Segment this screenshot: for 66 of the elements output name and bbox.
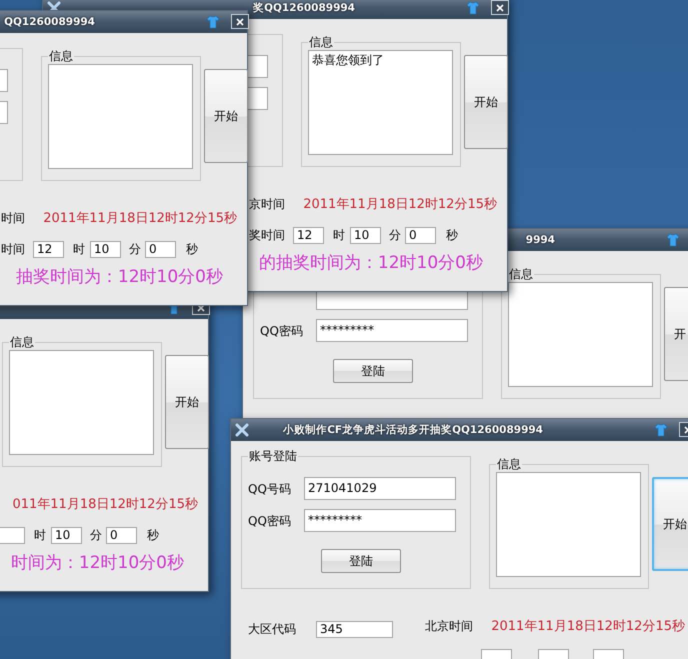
password-field[interactable]: ********* <box>316 319 468 342</box>
close-icon <box>496 4 504 12</box>
start-button[interactable]: 开始 <box>165 355 209 449</box>
close-button[interactable] <box>491 0 509 15</box>
window-title: 小败制作CF龙争虎斗活动多开抽奖QQ1260089994 <box>283 423 543 438</box>
start-button[interactable]: 开 <box>664 287 688 381</box>
field-label: QQ密码 <box>248 513 291 529</box>
login-button[interactable]: 登陆 <box>333 359 413 383</box>
unit-label: 时 <box>333 227 345 243</box>
field-label: QQ号码 <box>248 481 291 497</box>
unit-label: 时 <box>73 241 85 257</box>
clock-time-text: 2011年11月18日12时12分15秒 <box>303 196 497 214</box>
unit-label: 秒 <box>446 227 458 243</box>
group-label: 信息 <box>508 266 534 282</box>
group-label: 信息 <box>9 334 35 350</box>
app-icon <box>235 423 249 437</box>
field-label: 京时间 <box>249 196 285 212</box>
message-box[interactable]: 恭喜您领到了 <box>308 50 453 155</box>
unit-label: 分 <box>90 527 102 543</box>
password-field[interactable]: ********* <box>304 509 456 532</box>
draw-time-message: 抽奖时间为：12时10分0秒 <box>16 266 223 288</box>
window-title: QQ1260089994 <box>4 15 95 30</box>
message-box[interactable] <box>9 350 154 455</box>
input-field[interactable]: 345 <box>316 621 393 638</box>
field-label: 大区代码 <box>248 621 296 637</box>
close-icon <box>236 18 244 26</box>
close-icon <box>197 304 205 312</box>
unit-label: 时 <box>34 527 46 543</box>
input-field[interactable]: 0 <box>106 527 137 544</box>
draw-time-message: 时间为：12时10分0秒 <box>10 552 184 574</box>
message-box[interactable] <box>496 472 641 577</box>
field-label: QQ密码 <box>260 323 303 339</box>
field-label: 时间 <box>1 241 25 257</box>
message-box[interactable] <box>48 64 193 169</box>
unit-label: 秒 <box>186 241 198 257</box>
clock-time-text: 2011年11月18日12时12分15秒 <box>43 210 237 228</box>
input-field[interactable]: 271041029 <box>304 477 456 500</box>
clock-time-text: 011年11月18日12时12分15秒 <box>12 496 198 514</box>
window-title: 奖QQ1260089994 <box>253 1 355 16</box>
input-field[interactable]: 0 <box>145 241 176 258</box>
login-button[interactable]: 登陆 <box>321 549 401 573</box>
window-title: 9994 <box>526 233 555 248</box>
group-label: 账号登陆 <box>248 448 298 464</box>
field-label: 北京时间 <box>425 618 473 634</box>
start-button[interactable]: 开始 <box>464 55 508 149</box>
unit-label: 分 <box>129 241 141 257</box>
input-field[interactable]: 12 <box>33 241 64 258</box>
group-label: 信息 <box>48 48 74 64</box>
start-button[interactable]: 开始 <box>204 69 248 163</box>
input-field[interactable]: 10 <box>90 241 121 258</box>
input-field[interactable] <box>0 527 25 544</box>
close-button[interactable] <box>231 14 249 29</box>
input-field[interactable]: 10 <box>350 227 381 244</box>
unit-label: 分 <box>389 227 401 243</box>
unit-label: 秒 <box>147 527 159 543</box>
input-field[interactable]: 0 <box>405 227 436 244</box>
field-label: 时间 <box>1 210 25 226</box>
group-label: 信息 <box>496 456 522 472</box>
draw-time-message: 的抽奖时间为：12时10分0秒 <box>258 252 483 274</box>
start-button[interactable]: 开始 <box>652 477 688 571</box>
message-box[interactable] <box>508 282 653 387</box>
clock-time-text: 2011年11月18日12时12分15秒 <box>491 618 685 636</box>
field-label: 奖时间 <box>249 227 285 243</box>
group-label: 信息 <box>308 34 334 50</box>
input-field[interactable]: 12 <box>293 227 324 244</box>
input-field[interactable]: 10 <box>51 527 82 544</box>
